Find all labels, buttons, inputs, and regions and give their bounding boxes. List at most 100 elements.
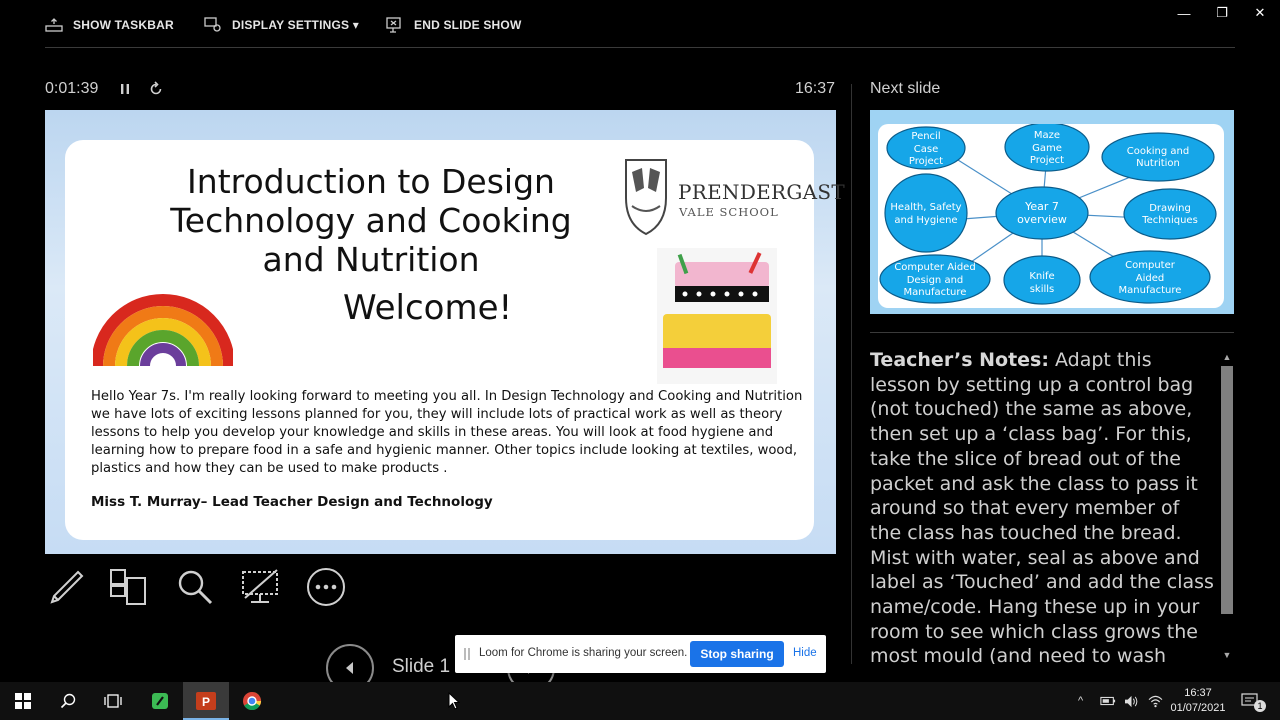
minimize-icon: — (1177, 5, 1191, 21)
end-slide-show-button[interactable]: END SLIDE SHOW (386, 17, 521, 33)
restore-button[interactable]: ❐ (1210, 4, 1234, 22)
windows-taskbar: P ^ 16:37 01/07/2021 1 (0, 682, 1280, 720)
show-taskbar-label: SHOW TASKBAR (73, 18, 174, 32)
show-hidden-icons-button[interactable]: ^ (1078, 682, 1083, 720)
chrome-icon (243, 692, 262, 711)
slide-counter: Slide 1 (392, 656, 451, 677)
mindmap-node-label: Case (914, 144, 938, 155)
chevron-up-icon: ^ (1078, 695, 1084, 707)
stop-sharing-button[interactable]: Stop sharing (690, 641, 784, 667)
task-view-icon (104, 694, 122, 708)
close-icon: ✕ (1254, 5, 1266, 20)
school-name: PRENDERGAST (678, 180, 846, 204)
toolbar-divider (45, 47, 1235, 48)
start-button[interactable] (0, 682, 46, 720)
end-slideshow-icon (386, 17, 401, 33)
show-taskbar-button[interactable]: SHOW TASKBAR (45, 17, 174, 33)
app-icon-green[interactable] (137, 682, 183, 720)
mindmap-node-label: Pencil (911, 131, 940, 142)
mindmap-node-label: Health, Safety (890, 202, 961, 213)
speaker-notes[interactable]: Teacher’s Notes: Adapt this lesson by se… (870, 348, 1215, 664)
display-settings-button[interactable]: DISPLAY SETTINGS ▾ (204, 17, 359, 33)
powerpoint-taskbar-button[interactable]: P (183, 682, 229, 720)
mindmap-center-label: Year 7 (1024, 200, 1059, 213)
task-view-button[interactable] (90, 682, 136, 720)
restart-icon (150, 81, 162, 95)
see-all-slides-button[interactable] (107, 566, 149, 608)
close-button[interactable]: ✕ (1248, 4, 1272, 22)
display-settings-label: DISPLAY SETTINGS ▾ (232, 18, 359, 32)
zoom-button[interactable] (174, 566, 216, 608)
mindmap-node-label: Computer Aided (894, 262, 975, 273)
search-button[interactable] (45, 682, 91, 720)
scrollbar-thumb[interactable] (1221, 366, 1233, 614)
restart-timer-button[interactable] (148, 81, 164, 97)
pencil-cases-image (657, 248, 777, 384)
battery-tray-button[interactable] (1100, 682, 1116, 720)
notes-heading: Teacher’s Notes: (870, 349, 1049, 371)
mindmap-node-label: Nutrition (1136, 158, 1180, 169)
action-center-button[interactable]: 1 (1240, 682, 1266, 720)
powerpoint-icon: P (196, 692, 216, 710)
wifi-tray-button[interactable] (1148, 682, 1163, 720)
loom-sharing-bar: Loom for Chrome is sharing your screen. … (455, 635, 826, 673)
svg-text:P: P (202, 695, 210, 709)
taskbar-icon (45, 18, 63, 32)
presenter-toolbar: SHOW TASKBAR DISPLAY SETTINGS ▾ END SLID… (0, 0, 1280, 48)
slide-body-text: Hello Year 7s. I'm really looking forwar… (91, 389, 803, 476)
volume-tray-button[interactable] (1124, 682, 1139, 720)
scroll-up-arrow-icon[interactable]: ▲ (1220, 350, 1234, 364)
pen-tool-button[interactable] (44, 566, 86, 608)
mindmap-node-label: Computer (1125, 260, 1176, 271)
pause-icon (121, 84, 129, 94)
taskbar-date: 01/07/2021 (1170, 702, 1226, 714)
end-slide-show-label: END SLIDE SHOW (414, 18, 522, 32)
pause-timer-button[interactable] (117, 81, 133, 97)
slide-signature: Miss T. Murray– Lead Teacher Design and … (91, 494, 493, 510)
chat-app-icon (152, 693, 168, 709)
magnifier-icon (178, 570, 213, 605)
pane-divider (851, 84, 852, 664)
mind-map-diagram: Pencil Case Project Maze Game Project Co… (879, 124, 1217, 305)
mindmap-node-label: Cooking and (1127, 146, 1189, 157)
mindmap-node-label: Knife (1029, 271, 1054, 282)
taskbar-clock[interactable]: 16:37 01/07/2021 (1166, 686, 1230, 716)
mindmap-center-label: overview (1017, 213, 1067, 226)
mindmap-node-label: Maze (1034, 130, 1060, 141)
mindmap-node-label: skills (1030, 284, 1055, 295)
mouse-pointer-icon (448, 692, 460, 710)
windows-logo-icon (15, 693, 31, 709)
restore-icon: ❐ (1216, 5, 1228, 20)
loom-message: Loom for Chrome is sharing your screen. (479, 647, 688, 659)
previous-arrow-icon (346, 662, 353, 674)
battery-icon (1100, 696, 1116, 706)
current-slide[interactable]: Introduction to Design Technology and Co… (45, 110, 845, 554)
taskbar-time: 16:37 (1184, 687, 1212, 699)
chrome-taskbar-button[interactable] (229, 682, 275, 720)
mindmap-node-label: Drawing (1149, 203, 1191, 214)
more-options-button[interactable] (305, 566, 347, 608)
hide-link[interactable]: Hide (793, 647, 817, 659)
elapsed-timer: 0:01:39 (45, 80, 99, 97)
black-screen-button[interactable] (239, 566, 281, 608)
clock: 16:37 (794, 80, 835, 97)
mindmap-node-label: Project (909, 156, 943, 167)
next-slide-preview[interactable]: Pencil Case Project Maze Game Project Co… (870, 110, 1234, 314)
mindmap-node-label: Aided (1136, 273, 1164, 284)
mindmap-node-label: Game (1032, 143, 1062, 154)
drag-handle-icon[interactable] (464, 648, 470, 660)
next-slide-label: Next slide (870, 80, 941, 97)
mindmap-node-label: Project (1030, 155, 1064, 166)
wifi-icon (1148, 695, 1163, 707)
slide-title: Introduction to Design Technology and Co… (170, 162, 572, 279)
notes-divider (870, 332, 1234, 333)
mindmap-node-label: and Hygiene (894, 215, 957, 226)
next-slide-card: Pencil Case Project Maze Game Project Co… (878, 124, 1224, 308)
screen-off-icon (242, 569, 278, 603)
school-subtitle: VALE SCHOOL (679, 205, 779, 219)
minimize-button[interactable]: — (1172, 4, 1196, 22)
scroll-down-arrow-icon[interactable]: ▼ (1220, 648, 1234, 662)
mindmap-node-label: Manufacture (1119, 285, 1182, 296)
slides-grid-icon (110, 569, 146, 605)
more-icon (307, 568, 345, 606)
